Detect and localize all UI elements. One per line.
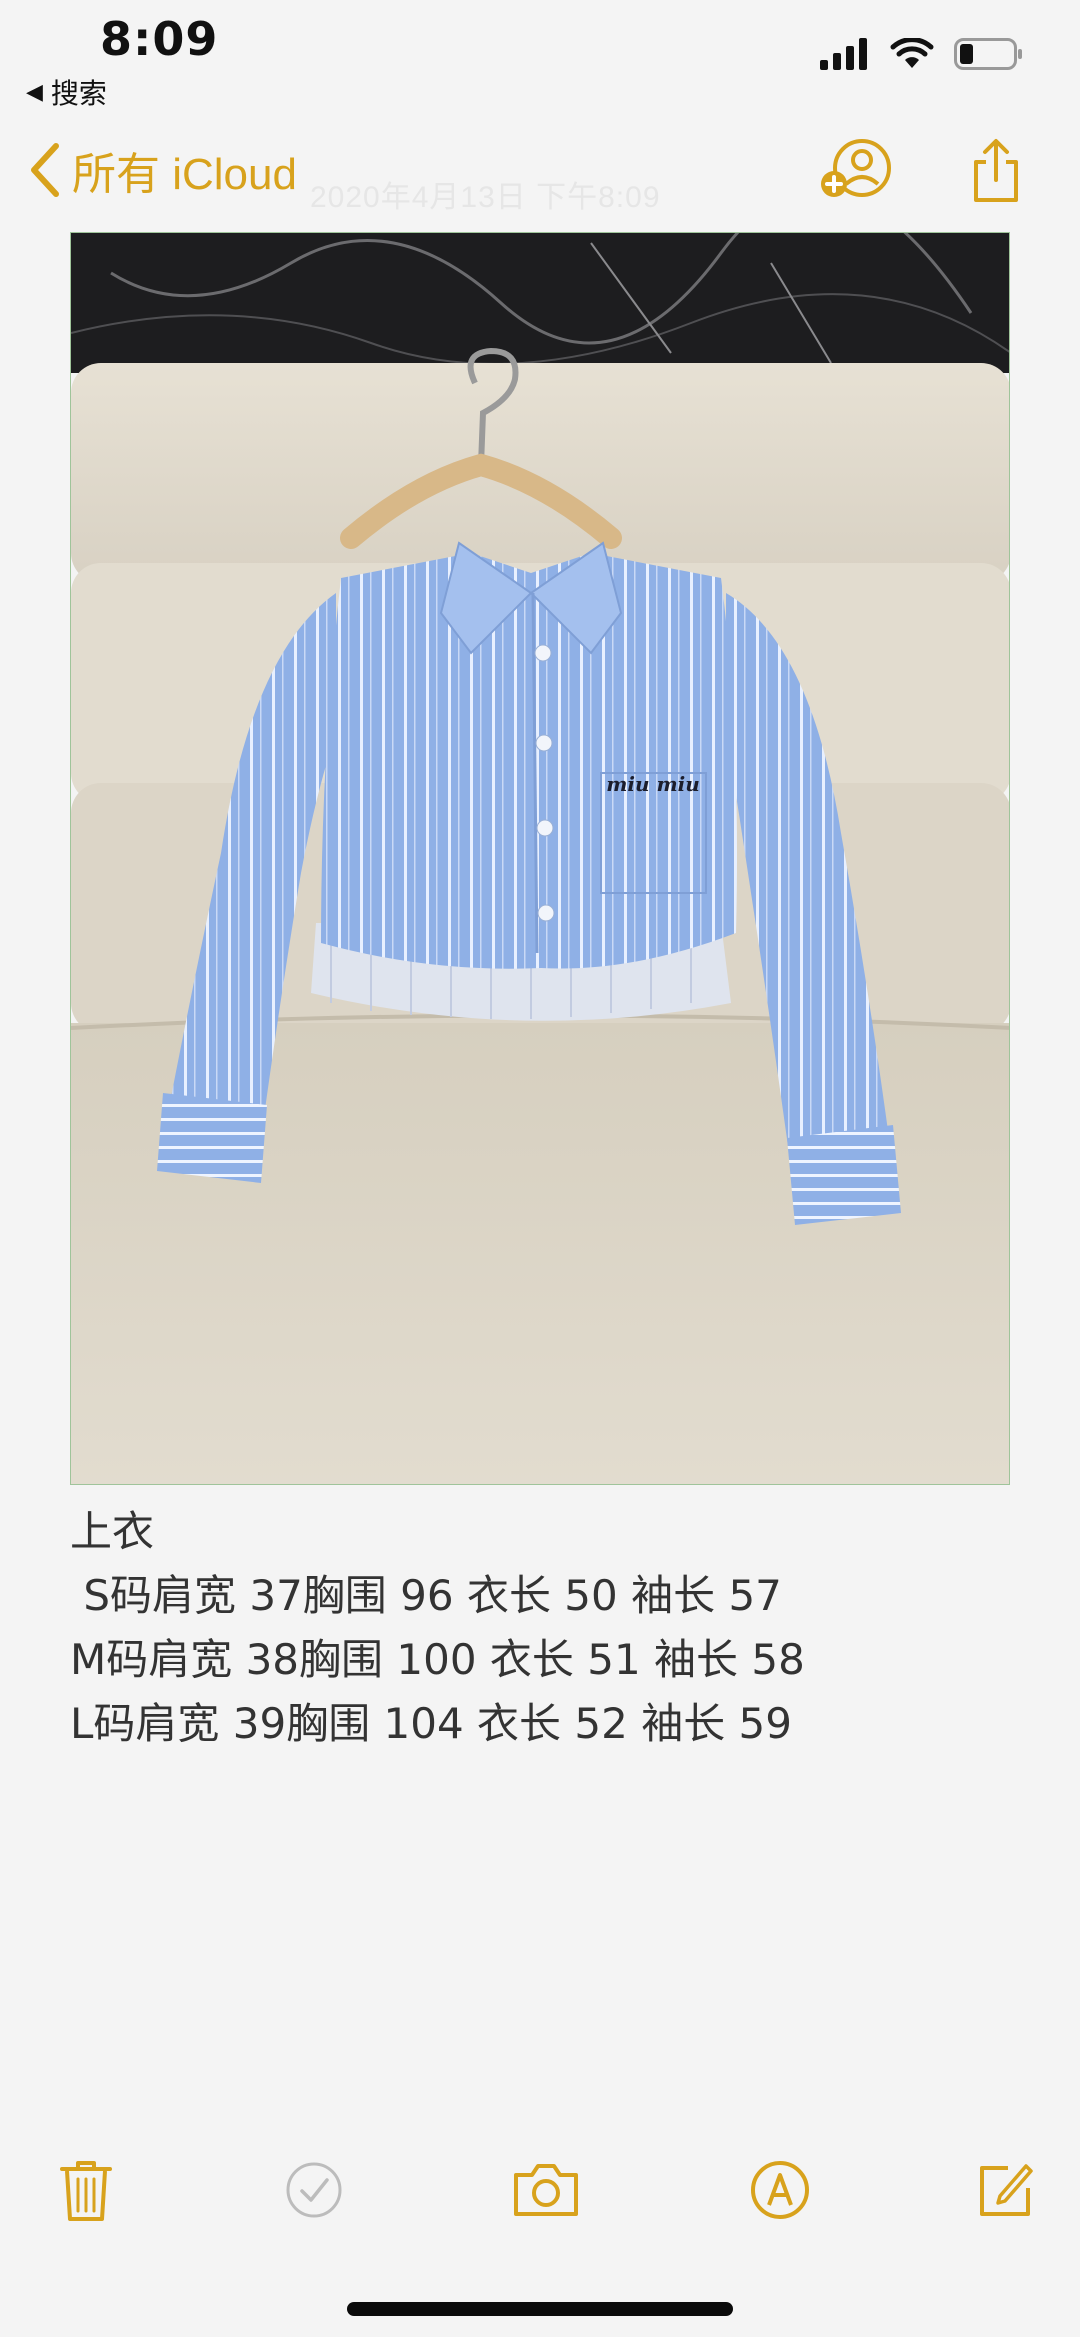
back-button-label: 所有 iCloud — [72, 150, 297, 199]
note-line-size-m: M码肩宽 38胸围 100 衣长 51 袖长 58 — [70, 1635, 805, 1684]
checklist-button[interactable] — [274, 2150, 354, 2230]
shirt-photo-illustration: miu miu — [71, 233, 1009, 1484]
note-line-size-s: S码肩宽 37胸围 96 衣长 50 袖长 57 — [70, 1571, 782, 1620]
wifi-icon — [890, 38, 934, 68]
checklist-icon — [286, 2162, 342, 2218]
battery-icon — [954, 38, 1022, 70]
brand-logo-text: miu miu — [606, 772, 700, 796]
person-add-icon — [821, 139, 891, 197]
trash-icon — [60, 2161, 112, 2221]
cellular-signal-icon — [820, 38, 867, 70]
markup-icon — [751, 2161, 809, 2219]
share-button[interactable] — [968, 138, 1024, 208]
note-line-size-l: L码肩宽 39胸围 104 衣长 52 袖长 59 — [70, 1699, 792, 1748]
share-icon — [974, 139, 1018, 202]
add-people-button[interactable] — [820, 138, 896, 208]
camera-icon — [514, 2164, 578, 2216]
status-icons — [820, 38, 1024, 70]
compose-button[interactable] — [966, 2150, 1046, 2230]
status-time: 8:09 — [100, 12, 219, 66]
note-photo-shirt[interactable]: miu miu — [70, 232, 1010, 1485]
note-timestamp: 2020年4月13日 下午8:09 — [310, 181, 661, 214]
status-back-label: 搜索 — [50, 77, 107, 110]
back-triangle-icon: ◀ — [26, 79, 43, 105]
status-back-to-search[interactable]: ◀ 搜索 — [26, 72, 107, 112]
camera-button[interactable] — [506, 2150, 586, 2230]
home-indicator[interactable] — [347, 2302, 733, 2316]
note-body[interactable]: 上衣 S码肩宽 37胸围 96 衣长 50 袖长 57 M码肩宽 38胸围 10… — [70, 1500, 1010, 1756]
notes-screen: 8:09 ◀ 搜索 所有 iCloud 2020年4月13日 下午8:09 mi… — [0, 0, 1080, 2337]
compose-icon — [980, 2164, 1033, 2216]
note-line-title: 上衣 — [70, 1507, 155, 1556]
markup-button[interactable] — [740, 2150, 820, 2230]
chevron-left-icon — [31, 143, 59, 197]
back-to-all-icloud-button[interactable]: 所有 iCloud — [28, 138, 297, 202]
delete-note-button[interactable] — [46, 2150, 126, 2230]
